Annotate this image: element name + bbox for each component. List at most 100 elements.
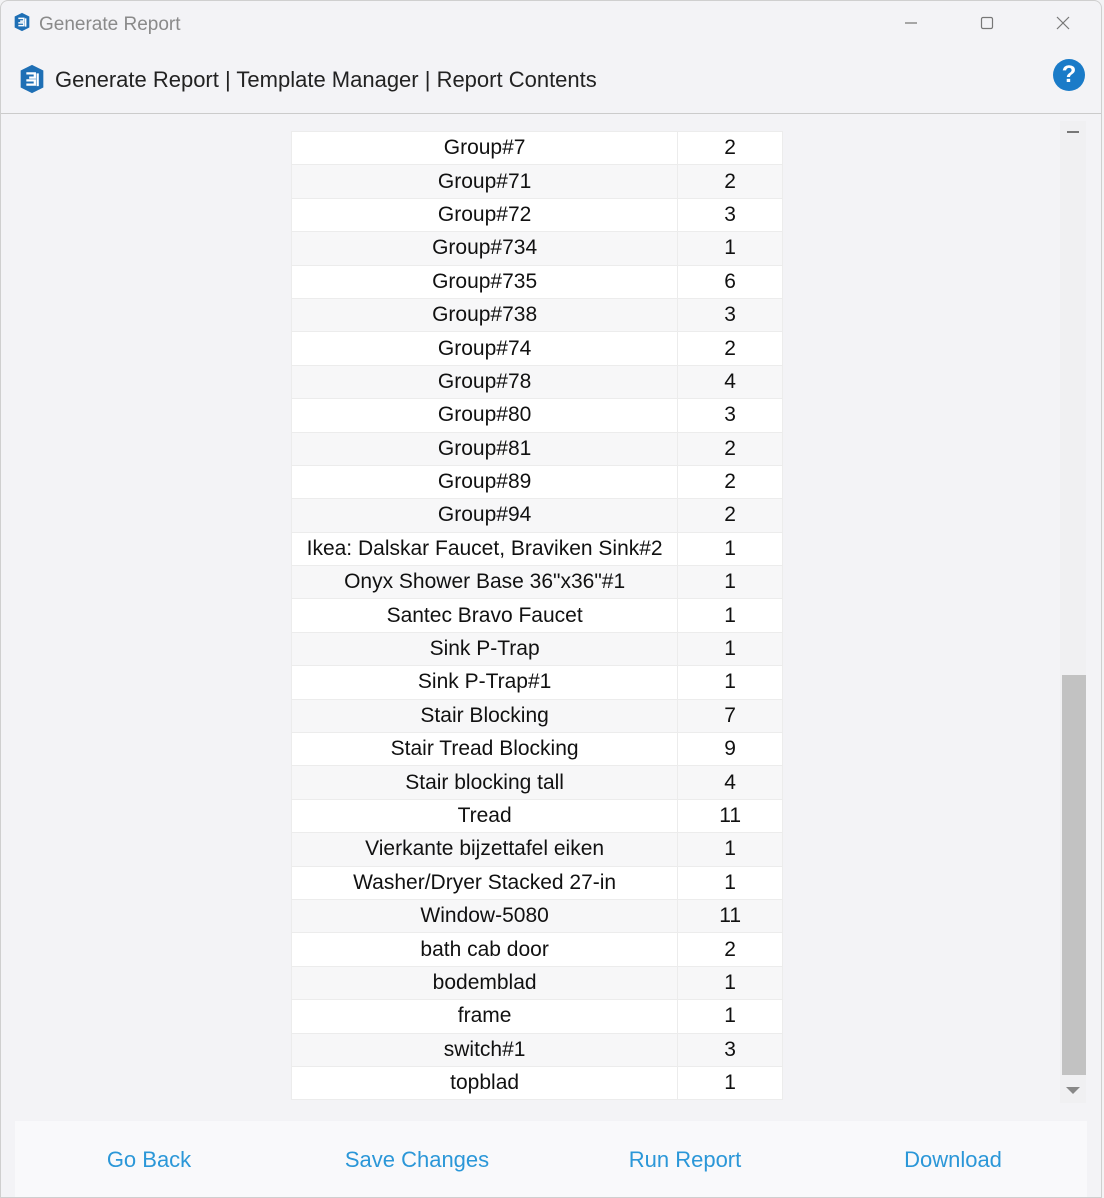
table-row: switch#1 3 <box>290 1032 783 1067</box>
scroll-down-arrow-icon <box>1066 1086 1080 1094</box>
item-count-cell: 11 <box>677 898 783 934</box>
minimize-icon <box>905 22 917 24</box>
item-name-cell: Onyx Shower Base 36"x36"#1 <box>290 565 679 600</box>
item-name-cell: Group#80 <box>290 398 679 433</box>
item-name-cell: Group#94 <box>290 498 679 533</box>
save-changes-button[interactable]: Save Changes <box>283 1121 551 1197</box>
item-count-cell: 2 <box>677 464 783 500</box>
go-back-button[interactable]: Go Back <box>15 1121 283 1197</box>
table-row: Santec Bravo Faucet 1 <box>290 598 783 633</box>
minimize-button[interactable] <box>891 9 931 37</box>
table-row: Group#7 2 <box>290 130 783 166</box>
run-report-button[interactable]: Run Report <box>551 1121 819 1197</box>
item-count-cell: 7 <box>677 698 783 734</box>
scroll-thumb[interactable] <box>1062 675 1086 1075</box>
item-name-cell: bath cab door <box>290 932 679 967</box>
item-name-cell: Washer/Dryer Stacked 27-in <box>290 865 679 900</box>
table-row: Group#81 2 <box>290 431 783 466</box>
table-row: Tread 11 <box>290 798 783 834</box>
item-name-cell: Group#89 <box>290 464 679 500</box>
item-name-cell: Group#735 <box>290 264 679 299</box>
table-row: Onyx Shower Base 36"x36"#1 1 <box>290 565 783 600</box>
table-row: Window-5080 11 <box>290 898 783 934</box>
item-name-cell: Sink P-Trap#1 <box>290 665 679 700</box>
item-name-cell: bodemblad <box>290 965 679 1001</box>
download-button[interactable]: Download <box>819 1121 1087 1197</box>
table-row: Group#72 3 <box>290 197 783 233</box>
table-row: bodemblad 1 <box>290 965 783 1001</box>
table-row: Group#74 2 <box>290 331 783 366</box>
table-row: Stair Blocking 7 <box>290 698 783 734</box>
item-name-cell: switch#1 <box>290 1032 679 1067</box>
item-count-cell: 3 <box>677 398 783 433</box>
item-name-cell: Group#81 <box>290 431 679 466</box>
item-count-cell: 2 <box>677 164 783 199</box>
window-title: Generate Report <box>39 14 181 35</box>
item-name-cell: Group#74 <box>290 331 679 366</box>
report-window: Generate Report Generate Report | Templa… <box>0 0 1102 1198</box>
item-name-cell: Group#734 <box>290 231 679 266</box>
item-count-cell: 1 <box>677 531 783 567</box>
item-name-cell: Stair Tread Blocking <box>290 732 679 767</box>
sketchup-app-icon <box>14 12 30 32</box>
table-row: Group#734 1 <box>290 231 783 266</box>
item-name-cell: frame <box>290 999 679 1034</box>
sketchup-logo-icon <box>20 64 44 94</box>
scroll-down-button[interactable] <box>1060 1079 1086 1101</box>
table-row: topblad 1 <box>290 1065 783 1101</box>
table-row: Group#735 6 <box>290 264 783 299</box>
table-row: Group#71 2 <box>290 164 783 199</box>
item-name-cell: Vierkante bijzettafel eiken <box>290 832 679 867</box>
item-count-cell: 11 <box>677 798 783 834</box>
item-count-cell: 2 <box>677 498 783 533</box>
item-count-cell: 3 <box>677 197 783 233</box>
item-count-cell: 2 <box>677 932 783 967</box>
table-row: Group#94 2 <box>290 498 783 533</box>
item-count-cell: 1 <box>677 865 783 900</box>
table-row: Stair Tread Blocking 9 <box>290 732 783 767</box>
help-button[interactable]: ? <box>1053 59 1085 91</box>
item-count-cell: 1 <box>677 999 783 1034</box>
title-bar: Generate Report <box>1 1 1101 49</box>
item-count-cell: 3 <box>677 297 783 333</box>
item-count-cell: 4 <box>677 765 783 800</box>
table-row: Group#89 2 <box>290 464 783 500</box>
report-table: Group#7 2 Group#71 2 Group#72 3 Group#734 1 Grou… <box>290 130 783 1101</box>
item-count-cell: 1 <box>677 598 783 633</box>
item-count-cell: 2 <box>677 431 783 466</box>
scroll-up-button[interactable] <box>1060 121 1086 143</box>
item-count-cell: 1 <box>677 631 783 667</box>
item-count-cell: 6 <box>677 264 783 299</box>
vertical-scrollbar[interactable] <box>1060 121 1086 1103</box>
table-row: Ikea: Dalskar Faucet, Braviken Sink#2 1 <box>290 531 783 567</box>
maximize-icon <box>980 16 994 30</box>
page-header: Generate Report | Template Manager | Rep… <box>1 51 1101 114</box>
item-name-cell: topblad <box>290 1065 679 1101</box>
item-count-cell: 2 <box>677 130 783 166</box>
table-row: Stair blocking tall 4 <box>290 765 783 800</box>
item-name-cell: Group#7 <box>290 130 679 166</box>
item-name-cell: Ikea: Dalskar Faucet, Braviken Sink#2 <box>290 531 679 567</box>
table-row: Group#78 4 <box>290 364 783 400</box>
table-row: Group#738 3 <box>290 297 783 333</box>
maximize-button[interactable] <box>967 9 1007 37</box>
item-count-cell: 4 <box>677 364 783 400</box>
table-row: Vierkante bijzettafel eiken 1 <box>290 832 783 867</box>
table-row: bath cab door 2 <box>290 932 783 967</box>
item-name-cell: Sink P-Trap <box>290 631 679 667</box>
item-name-cell: Stair blocking tall <box>290 765 679 800</box>
help-icon: ? <box>1061 61 1077 88</box>
close-button[interactable] <box>1043 9 1083 37</box>
close-icon <box>1056 16 1070 30</box>
item-name-cell: Group#78 <box>290 364 679 400</box>
item-name-cell: Group#738 <box>290 297 679 333</box>
table-row: Washer/Dryer Stacked 27-in 1 <box>290 865 783 900</box>
item-name-cell: Window-5080 <box>290 898 679 934</box>
item-count-cell: 1 <box>677 665 783 700</box>
item-name-cell: Group#72 <box>290 197 679 233</box>
item-count-cell: 3 <box>677 1032 783 1067</box>
item-count-cell: 1 <box>677 832 783 867</box>
item-count-cell: 1 <box>677 965 783 1001</box>
page-title: Generate Report | Template Manager | Rep… <box>55 67 597 92</box>
table-row: frame 1 <box>290 999 783 1034</box>
